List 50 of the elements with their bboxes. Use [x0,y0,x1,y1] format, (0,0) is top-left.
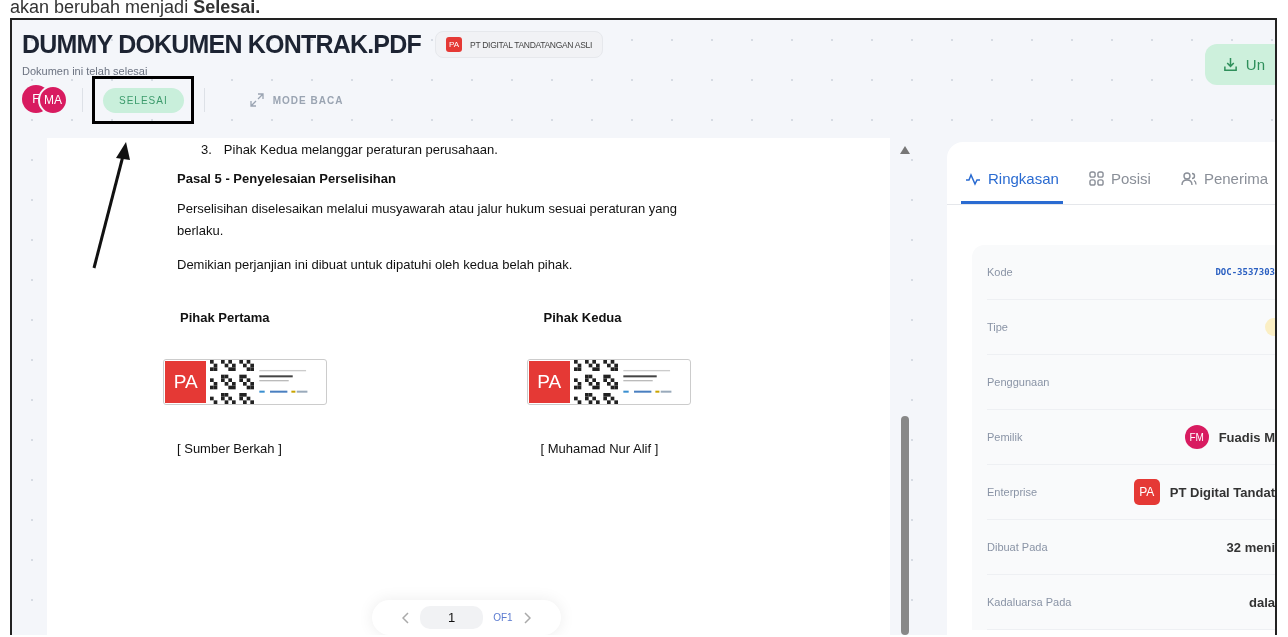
download-button[interactable]: Un [1204,44,1275,85]
document-title: DUMMY DOKUMEN KONTRAK.PDF [22,30,421,59]
detail-label: Pemilik [987,431,1023,443]
avatar: MA [38,85,68,115]
page-number-field[interactable]: 1 [420,606,484,629]
grid-icon [1088,171,1104,186]
users-icon [1180,170,1197,187]
list-item-text: Pihak Kedua melanggar peraturan perusahaan. [223,142,498,157]
type-badge [1265,318,1275,336]
qr-code-icon [210,360,255,404]
page-count: OF1 [493,612,513,623]
scroll-up-icon[interactable] [900,146,910,154]
detail-value: PT Digital Tandat [1169,484,1275,500]
organization-logo: PA [446,37,463,52]
tab[interactable]: Ringkasan [961,162,1063,204]
detail-label: Kadaluarsa Pada [987,596,1072,608]
organization-name: PT DIGITAL TANDATANGAN ASLI [470,39,592,50]
stamp-logo: PA [528,361,570,403]
paragraph: Demikian perjanjian ini dibuat untuk dipatuhi oleh kedua belah pihak. [177,256,574,274]
detail-label: Kode [987,266,1013,278]
next-page-icon[interactable] [522,611,531,624]
tab[interactable]: Penerima [1176,162,1273,204]
signatory-name: [ Sumber Berkah ] [176,441,283,456]
expand-icon [248,92,265,108]
download-icon [1222,57,1238,72]
paragraph: Perselisihan diselesaikan melalui musyawarah atau jalur hukum sesuai peraturan yang berlaku. [177,200,679,240]
detail-value: dala [1249,594,1275,610]
read-mode-button[interactable]: MODE BACA [218,92,344,108]
detail-value: Fuadis M [1218,429,1275,445]
enterprise-logo: PA [1133,479,1160,505]
owner-avatar: FM [1184,425,1209,449]
status-badge: SELESAI [103,87,184,113]
tab[interactable]: Posisi [1084,162,1155,204]
list-number: 3. [201,142,212,157]
detail-label: Enterprise [987,486,1038,498]
detail-value: 32 meni [1226,539,1275,555]
document-code: DOC-3537303 [1215,267,1275,277]
previous-page-icon[interactable] [402,611,410,624]
qr-code-icon [573,360,618,404]
section-heading: Pasal 5 - Penyelesaian Perselisihan [177,171,397,186]
signatory-name: [ Muhamad Nur Alif ] [539,441,660,456]
scrollbar-thumb[interactable] [901,415,909,635]
detail-label: Penggunaan [987,376,1050,388]
caption-text: akan berubah menjadi Selesai. [9,0,262,18]
stamp-logo: PA [165,361,207,403]
document-subtitle: Dokumen ini telah selesai [22,65,149,77]
signatory-role: Pihak Pertama [179,310,271,325]
signatory-role: Pihak Kedua [542,310,623,325]
detail-label: Dibuat Pada [987,541,1048,553]
detail-label: Tipe [987,321,1008,333]
